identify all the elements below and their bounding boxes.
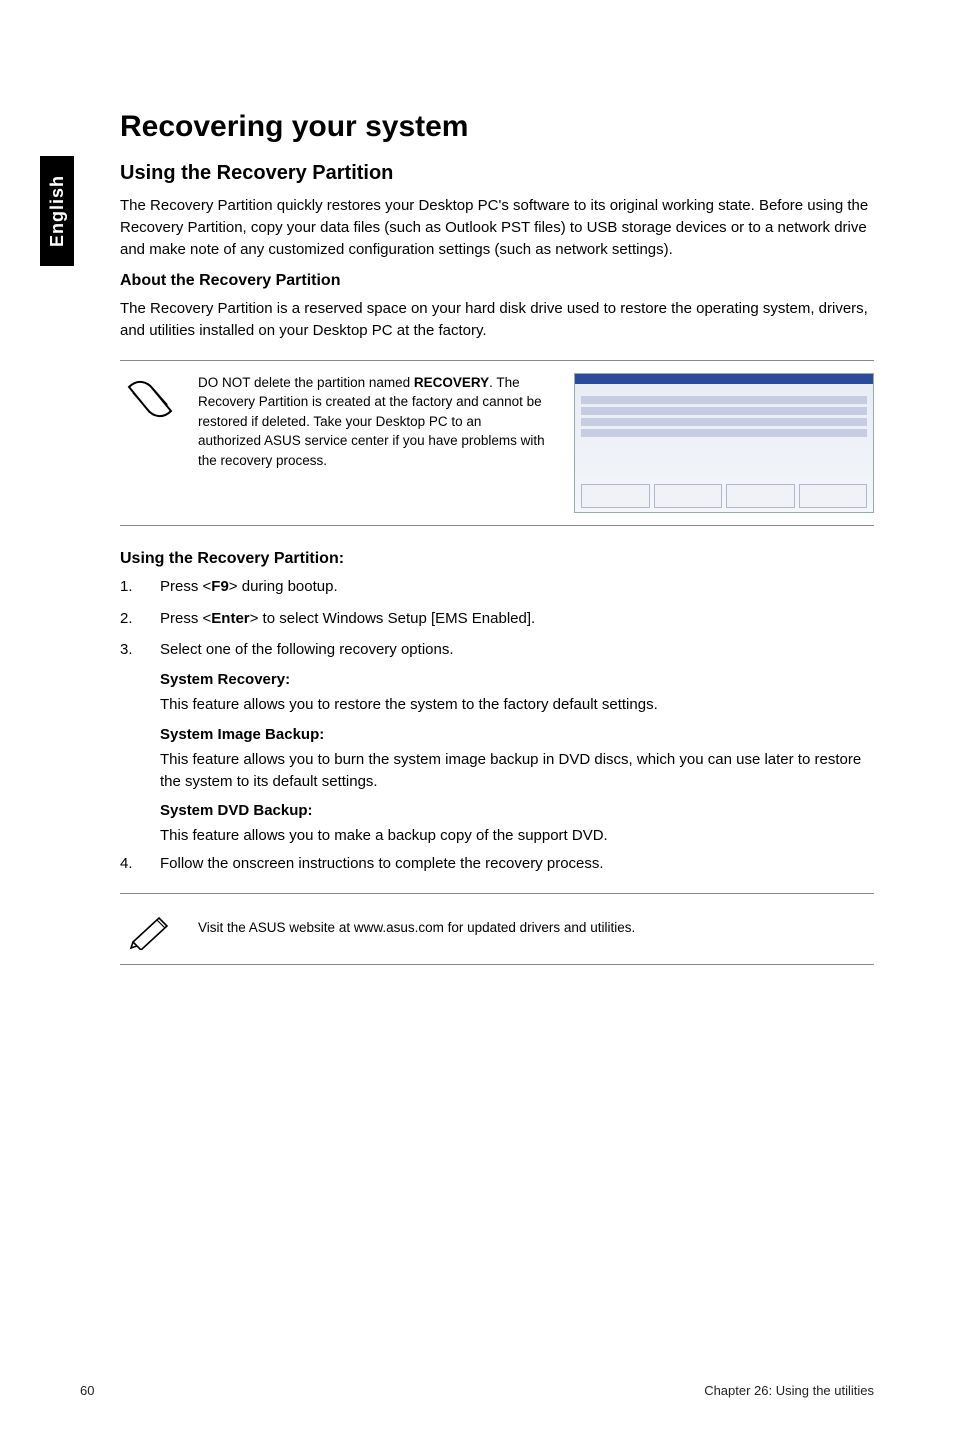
language-tab-label: English [47, 175, 68, 247]
warning-bold: RECOVERY [414, 375, 489, 390]
intro-paragraph: The Recovery Partition quickly restores … [120, 195, 874, 260]
step2-key: Enter [211, 610, 249, 627]
step-1: 1. Press <F9> during bootup. [120, 576, 874, 598]
warning-text: DO NOT delete the partition named RECOVE… [198, 373, 556, 471]
step2-pre: Press < [160, 610, 211, 627]
warning-icon [120, 373, 180, 423]
using-heading: Using the Recovery Partition: [120, 550, 874, 568]
step-2: 2. Press <Enter> to select Windows Setup… [120, 608, 874, 630]
step2-post: > to select Windows Setup [EMS Enabled]. [250, 610, 536, 627]
steps-list-cont: 4. Follow the onscreen instructions to c… [120, 853, 874, 875]
recovery-options: System Recovery: This feature allows you… [160, 671, 874, 847]
warning-note: DO NOT delete the partition named RECOVE… [120, 360, 874, 526]
step-body: Follow the onscreen instructions to comp… [160, 853, 874, 875]
tip-note: Visit the ASUS website at www.asus.com f… [120, 893, 874, 965]
option-heading-dvd-backup: System DVD Backup: [160, 802, 874, 819]
step-3: 3. Select one of the following recovery … [120, 639, 874, 661]
about-heading: About the Recovery Partition [120, 272, 874, 290]
page: English Recovering your system Using the… [0, 0, 954, 1438]
step-4: 4. Follow the onscreen instructions to c… [120, 853, 874, 875]
warning-pre: DO NOT delete the partition named [198, 375, 414, 390]
page-heading: Recovering your system [120, 110, 874, 144]
step-number: 2. [120, 608, 140, 630]
step-body: Press <F9> during bootup. [160, 576, 874, 598]
step-number: 1. [120, 576, 140, 598]
step-number: 4. [120, 853, 140, 875]
step1-key: F9 [211, 578, 229, 595]
option-heading-system-recovery: System Recovery: [160, 671, 874, 688]
steps-list: 1. Press <F9> during bootup. 2. Press <E… [120, 576, 874, 661]
step-body: Press <Enter> to select Windows Setup [E… [160, 608, 874, 630]
step1-pre: Press < [160, 578, 211, 595]
option-body-system-recovery: This feature allows you to restore the s… [160, 694, 874, 716]
page-footer: 60 Chapter 26: Using the utilities [80, 1383, 874, 1398]
chapter-label: Chapter 26: Using the utilities [704, 1383, 874, 1398]
step-body: Select one of the following recovery opt… [160, 639, 874, 661]
step-number: 3. [120, 639, 140, 661]
pencil-icon [120, 908, 180, 950]
section-heading: Using the Recovery Partition [120, 162, 874, 185]
page-number: 60 [80, 1383, 94, 1398]
step1-post: > during bootup. [229, 578, 338, 595]
language-tab: English [40, 156, 74, 266]
disk-management-screenshot [574, 373, 874, 513]
option-body-image-backup: This feature allows you to burn the syst… [160, 749, 874, 793]
option-heading-image-backup: System Image Backup: [160, 726, 874, 743]
about-paragraph: The Recovery Partition is a reserved spa… [120, 298, 874, 342]
tip-text: Visit the ASUS website at www.asus.com f… [198, 919, 635, 938]
option-body-dvd-backup: This feature allows you to make a backup… [160, 825, 874, 847]
